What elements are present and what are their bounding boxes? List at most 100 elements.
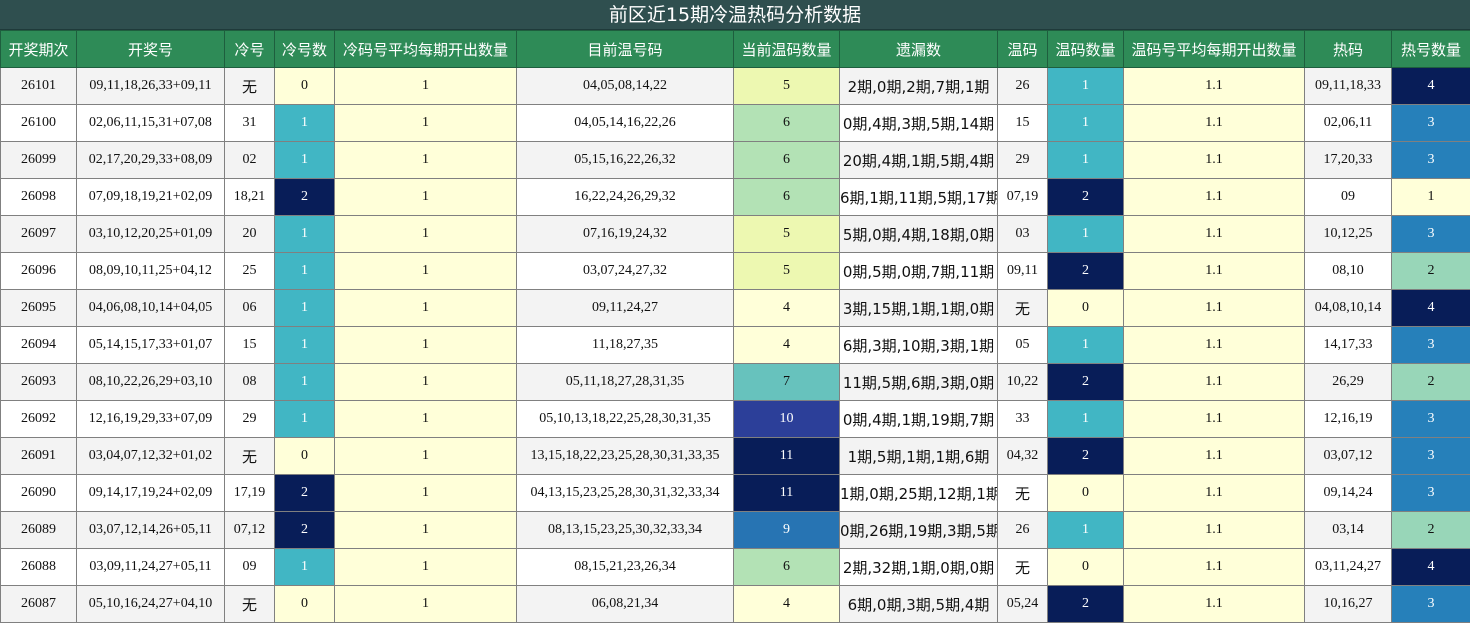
- table-cell: 4: [734, 327, 840, 364]
- table-cell: 3: [1392, 401, 1470, 438]
- column-header: 冷号数: [275, 31, 335, 68]
- table-cell: 1.1: [1124, 179, 1305, 216]
- table-cell: 10,12,25: [1305, 216, 1392, 253]
- table-cell: 26: [998, 512, 1048, 549]
- table-cell: 04,13,15,23,25,28,30,31,32,33,34: [517, 475, 734, 512]
- table-cell: 08,13,15,23,25,30,32,33,34: [517, 512, 734, 549]
- table-cell: 0期,4期,3期,5期,14期: [840, 105, 998, 142]
- table-cell: 2: [275, 475, 335, 512]
- table-cell: 07,19: [998, 179, 1048, 216]
- column-header: 冷号: [225, 31, 275, 68]
- table-cell: 1.1: [1124, 512, 1305, 549]
- table-cell: 2: [1392, 364, 1470, 401]
- table-cell: 25: [225, 253, 275, 290]
- table-row: 2609009,14,17,19,24+02,0917,192104,13,15…: [1, 475, 1470, 512]
- table-cell: 02,06,11: [1305, 105, 1392, 142]
- table-cell: 1.1: [1124, 438, 1305, 475]
- table-cell: 3期,15期,1期,1期,0期: [840, 290, 998, 327]
- table-cell: 06,08,21,34: [517, 586, 734, 623]
- table-cell: 6: [734, 142, 840, 179]
- column-header: 遗漏数: [840, 31, 998, 68]
- table-cell: 26092: [1, 401, 77, 438]
- table-cell: 1: [1392, 179, 1470, 216]
- table-cell: 1.1: [1124, 586, 1305, 623]
- table-cell: 4: [1392, 290, 1470, 327]
- table-cell: 15: [998, 105, 1048, 142]
- table-cell: 无: [225, 438, 275, 475]
- column-header: 开奖期次: [1, 31, 77, 68]
- table-cell: 26093: [1, 364, 77, 401]
- table-cell: 03,07,12,14,26+05,11: [77, 512, 225, 549]
- table-cell: 1: [335, 68, 517, 105]
- table-cell: 3: [1392, 475, 1470, 512]
- table-cell: 无: [225, 68, 275, 105]
- table-cell: 1期,0期,25期,12期,1期: [840, 475, 998, 512]
- table-cell: 29: [998, 142, 1048, 179]
- table-cell: 1: [275, 290, 335, 327]
- table-cell: 11期,5期,6期,3期,0期: [840, 364, 998, 401]
- table-cell: 5: [734, 253, 840, 290]
- table-cell: 无: [998, 290, 1048, 327]
- table-cell: 03,10,12,20,25+01,09: [77, 216, 225, 253]
- table-cell: 1: [1048, 105, 1124, 142]
- table-cell: 31: [225, 105, 275, 142]
- table-cell: 26095: [1, 290, 77, 327]
- table-cell: 无: [998, 549, 1048, 586]
- table-cell: 2: [1392, 512, 1470, 549]
- table-cell: 10: [734, 401, 840, 438]
- table-cell: 1: [1048, 216, 1124, 253]
- table-cell: 0期,4期,1期,19期,7期: [840, 401, 998, 438]
- table-cell: 29: [225, 401, 275, 438]
- table-cell: 1: [1048, 68, 1124, 105]
- table-cell: 10,16,27: [1305, 586, 1392, 623]
- table-row: 2609504,06,08,10,14+04,05061109,11,24,27…: [1, 290, 1470, 327]
- table-cell: 1: [335, 438, 517, 475]
- header-row: 开奖期次开奖号冷号冷号数冷码号平均每期开出数量目前温号码当前温码数量遗漏数温码温…: [1, 31, 1470, 68]
- table-cell: 1: [275, 253, 335, 290]
- table-cell: 33: [998, 401, 1048, 438]
- table-cell: 0期,5期,0期,7期,11期: [840, 253, 998, 290]
- column-header: 热码: [1305, 31, 1392, 68]
- table-cell: 26: [998, 68, 1048, 105]
- table-cell: 05,15,16,22,26,32: [517, 142, 734, 179]
- table-cell: 26098: [1, 179, 77, 216]
- table-cell: 1: [1048, 142, 1124, 179]
- table-cell: 3: [1392, 438, 1470, 475]
- table-cell: 1: [275, 216, 335, 253]
- table-cell: 4: [734, 586, 840, 623]
- table-cell: 1.1: [1124, 253, 1305, 290]
- table-cell: 07,12: [225, 512, 275, 549]
- table-cell: 1.1: [1124, 401, 1305, 438]
- table-row: 2608705,10,16,24,27+04,10无0106,08,21,344…: [1, 586, 1470, 623]
- table-row: 2610002,06,11,15,31+07,08311104,05,14,16…: [1, 105, 1470, 142]
- table-cell: 2: [1048, 253, 1124, 290]
- table-cell: 26088: [1, 549, 77, 586]
- table-cell: 11,18,27,35: [517, 327, 734, 364]
- table-cell: 1: [335, 586, 517, 623]
- table-cell: 03,07,24,27,32: [517, 253, 734, 290]
- table-cell: 1: [335, 327, 517, 364]
- column-header: 目前温号码: [517, 31, 734, 68]
- table-row: 2610109,11,18,26,33+09,11无0104,05,08,14,…: [1, 68, 1470, 105]
- table-cell: 1: [335, 142, 517, 179]
- table-cell: 04,32: [998, 438, 1048, 475]
- table-cell: 2: [1048, 179, 1124, 216]
- table-cell: 2: [1048, 586, 1124, 623]
- table-cell: 1.1: [1124, 216, 1305, 253]
- table-row: 2609902,17,20,29,33+08,09021105,15,16,22…: [1, 142, 1470, 179]
- table-cell: 08,10,22,26,29+03,10: [77, 364, 225, 401]
- table-cell: 26101: [1, 68, 77, 105]
- table-header: 开奖期次开奖号冷号冷号数冷码号平均每期开出数量目前温号码当前温码数量遗漏数温码温…: [1, 31, 1470, 68]
- table-cell: 15: [225, 327, 275, 364]
- table-cell: 0: [1048, 475, 1124, 512]
- table-cell: 0: [275, 586, 335, 623]
- table-cell: 13,15,18,22,23,25,28,30,31,33,35: [517, 438, 734, 475]
- table-cell: 2: [1048, 438, 1124, 475]
- table-cell: 1: [335, 401, 517, 438]
- table-cell: 03,14: [1305, 512, 1392, 549]
- table-cell: 3: [1392, 586, 1470, 623]
- table-row: 2608903,07,12,14,26+05,1107,122108,13,15…: [1, 512, 1470, 549]
- table-cell: 1: [1048, 512, 1124, 549]
- table-cell: 02,06,11,15,31+07,08: [77, 105, 225, 142]
- table-cell: 1: [335, 512, 517, 549]
